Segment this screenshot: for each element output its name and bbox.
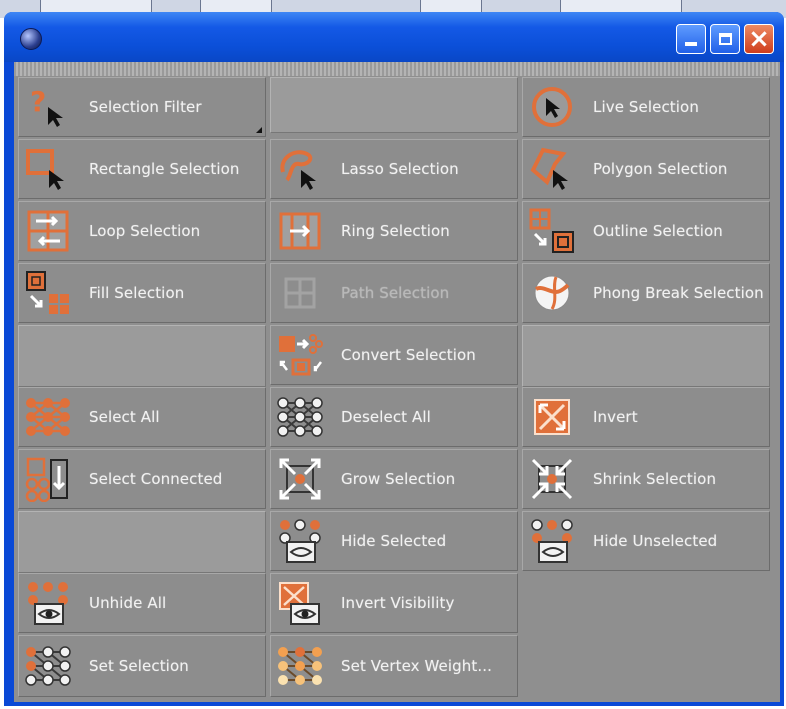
rectangle-selection-button[interactable]: Rectangle Selection bbox=[18, 139, 266, 199]
select-all-icon bbox=[23, 392, 73, 442]
path-selection-button[interactable]: Path Selection bbox=[270, 263, 518, 323]
invert-icon bbox=[527, 392, 577, 442]
ring-selection-label: Ring Selection bbox=[341, 222, 450, 240]
unhide-all-button[interactable]: Unhide All bbox=[18, 573, 266, 633]
submenu-triangle-icon bbox=[256, 127, 262, 133]
phong-break-selection-label: Phong Break Selection bbox=[593, 284, 764, 302]
set-selection-icon bbox=[23, 641, 73, 691]
polygon-selection-icon bbox=[527, 144, 577, 194]
polygon-selection-button[interactable]: Polygon Selection bbox=[522, 139, 770, 199]
rectangle-selection-label: Rectangle Selection bbox=[89, 160, 240, 178]
select-all-button[interactable]: Select All bbox=[18, 387, 266, 447]
hide-unselected-button[interactable]: Hide Unselected bbox=[522, 511, 770, 571]
ring-selection-button[interactable]: Ring Selection bbox=[270, 201, 518, 261]
phong-break-selection-icon bbox=[527, 268, 577, 318]
grow-selection-icon bbox=[275, 454, 325, 504]
empty-slot bbox=[18, 511, 266, 573]
svg-text:?: ? bbox=[30, 85, 46, 118]
outline-selection-label: Outline Selection bbox=[593, 222, 723, 240]
set-selection-button[interactable]: Set Selection bbox=[18, 635, 266, 697]
minimize-button[interactable] bbox=[676, 24, 706, 54]
palette-client-area: ? Selection Filter Live Selection Rectan… bbox=[14, 62, 780, 702]
selection-palette-window: × ? Selection Filter Live Selection Rect… bbox=[4, 12, 784, 706]
deselect-all-icon bbox=[275, 392, 325, 442]
fill-selection-button[interactable]: Fill Selection bbox=[18, 263, 266, 323]
live-selection-label: Live Selection bbox=[593, 98, 699, 116]
selection-filter-label: Selection Filter bbox=[89, 98, 202, 116]
grow-selection-label: Grow Selection bbox=[341, 470, 456, 488]
grow-selection-button[interactable]: Grow Selection bbox=[270, 449, 518, 509]
select-all-label: Select All bbox=[89, 408, 160, 426]
deselect-all-label: Deselect All bbox=[341, 408, 431, 426]
convert-selection-button[interactable]: Convert Selection bbox=[270, 325, 518, 385]
shrink-selection-button[interactable]: Shrink Selection bbox=[522, 449, 770, 509]
loop-selection-button[interactable]: Loop Selection bbox=[18, 201, 266, 261]
select-connected-icon bbox=[23, 454, 73, 504]
select-connected-label: Select Connected bbox=[89, 470, 223, 488]
hide-selected-button[interactable]: Hide Selected bbox=[270, 511, 518, 571]
shrink-selection-icon bbox=[527, 454, 577, 504]
set-vertex-weight-button[interactable]: Set Vertex Weight... bbox=[270, 635, 518, 697]
palette-drag-band[interactable] bbox=[14, 62, 780, 76]
set-vertex-weight-icon bbox=[275, 641, 325, 691]
invert-label: Invert bbox=[593, 408, 638, 426]
hide-selected-icon bbox=[275, 516, 325, 566]
convert-selection-icon bbox=[275, 330, 325, 380]
select-connected-button[interactable]: Select Connected bbox=[18, 449, 266, 509]
path-selection-icon bbox=[275, 268, 325, 318]
polygon-selection-label: Polygon Selection bbox=[593, 160, 728, 178]
close-icon: × bbox=[748, 24, 770, 54]
rectangle-selection-icon bbox=[23, 144, 73, 194]
convert-selection-label: Convert Selection bbox=[341, 346, 476, 364]
maximize-button[interactable] bbox=[710, 24, 740, 54]
path-selection-label: Path Selection bbox=[341, 284, 450, 302]
invert-button[interactable]: Invert bbox=[522, 387, 770, 447]
live-selection-icon bbox=[527, 82, 577, 132]
hide-selected-label: Hide Selected bbox=[341, 532, 447, 550]
loop-selection-label: Loop Selection bbox=[89, 222, 201, 240]
unhide-all-icon bbox=[23, 578, 73, 628]
invert-visibility-icon bbox=[275, 578, 325, 628]
set-vertex-weight-label: Set Vertex Weight... bbox=[341, 657, 492, 675]
lasso-selection-icon bbox=[275, 144, 325, 194]
app-icon[interactable] bbox=[20, 28, 42, 50]
empty-slot bbox=[522, 325, 770, 387]
ring-selection-icon bbox=[275, 206, 325, 256]
lasso-selection-button[interactable]: Lasso Selection bbox=[270, 139, 518, 199]
shrink-selection-label: Shrink Selection bbox=[593, 470, 717, 488]
invert-visibility-label: Invert Visibility bbox=[341, 594, 455, 612]
empty-slot bbox=[18, 325, 266, 387]
hide-unselected-icon bbox=[527, 516, 577, 566]
deselect-all-button[interactable]: Deselect All bbox=[270, 387, 518, 447]
maximize-icon bbox=[718, 33, 732, 45]
set-selection-label: Set Selection bbox=[89, 657, 189, 675]
phong-break-selection-button[interactable]: Phong Break Selection bbox=[522, 263, 770, 323]
hide-unselected-label: Hide Unselected bbox=[593, 532, 718, 550]
outline-selection-icon bbox=[527, 206, 577, 256]
live-selection-button[interactable]: Live Selection bbox=[522, 77, 770, 137]
loop-selection-icon bbox=[23, 206, 73, 256]
lasso-selection-label: Lasso Selection bbox=[341, 160, 459, 178]
empty-slot bbox=[270, 77, 518, 133]
fill-selection-icon bbox=[23, 268, 73, 318]
selection-filter-button[interactable]: ? Selection Filter bbox=[18, 77, 266, 137]
fill-selection-label: Fill Selection bbox=[89, 284, 185, 302]
unhide-all-label: Unhide All bbox=[89, 594, 167, 612]
title-bar[interactable]: × bbox=[4, 12, 784, 62]
invert-visibility-button[interactable]: Invert Visibility bbox=[270, 573, 518, 633]
close-button[interactable]: × bbox=[744, 24, 774, 54]
outline-selection-button[interactable]: Outline Selection bbox=[522, 201, 770, 261]
selection-filter-icon: ? bbox=[23, 82, 73, 132]
minimize-icon bbox=[685, 42, 697, 46]
